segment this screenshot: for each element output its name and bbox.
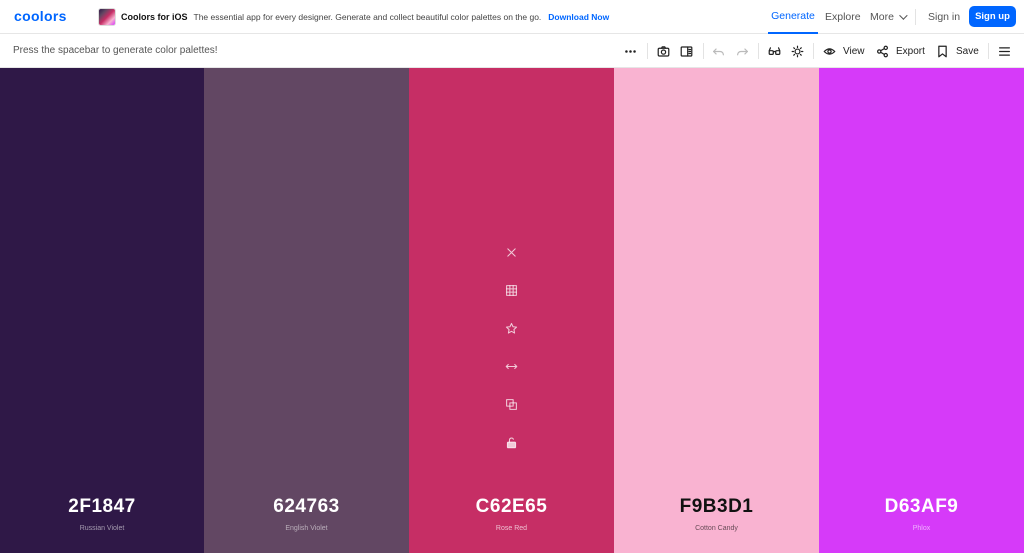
toolbar-divider: [758, 43, 759, 59]
color-blindness-button[interactable]: [768, 42, 781, 60]
swatch-color-name[interactable]: Cotton Candy: [614, 525, 819, 532]
favorite-color-button[interactable]: [504, 320, 520, 336]
swatch-hex-code[interactable]: 624763: [204, 496, 409, 518]
bookmark-icon: [938, 45, 947, 57]
adjust-palette-button[interactable]: [791, 42, 804, 60]
color-palette: 2F1847 Russian Violet 624763 English Vio…: [0, 68, 1024, 553]
redo-button[interactable]: [736, 42, 749, 60]
nav-explore[interactable]: Explore: [825, 0, 861, 34]
copy-icon: [506, 398, 517, 410]
share-icon: [877, 45, 888, 57]
swatch-hex-code[interactable]: F9B3D1: [614, 496, 819, 518]
swatch-hex-code[interactable]: C62E65: [409, 496, 614, 518]
color-swatch[interactable]: 2F1847 Russian Violet: [0, 68, 204, 553]
ellipsis-icon: [625, 49, 636, 53]
view-shades-button[interactable]: [504, 282, 520, 298]
side-panel-button[interactable]: [680, 42, 693, 60]
color-swatch[interactable]: C62E65 Rose Red: [409, 68, 614, 553]
close-icon: [507, 247, 516, 257]
menu-button[interactable]: [998, 42, 1011, 60]
swatch-hex-code[interactable]: D63AF9: [819, 496, 1024, 518]
copy-hex-button[interactable]: [504, 396, 520, 412]
view-button[interactable]: View: [823, 42, 865, 60]
more-options-button[interactable]: [624, 42, 637, 60]
swatch-tools: [409, 244, 614, 472]
undo-button[interactable]: [712, 42, 725, 60]
camera-icon: [657, 45, 670, 57]
lock-color-button[interactable]: [504, 434, 520, 450]
export-button[interactable]: Export: [876, 42, 925, 60]
swatch-color-name[interactable]: Russian Violet: [0, 525, 204, 532]
drag-arrows-icon: [505, 363, 518, 369]
undo-icon: [713, 47, 724, 55]
remove-color-button[interactable]: [504, 244, 520, 260]
drag-color-button[interactable]: [504, 358, 520, 374]
redo-icon: [737, 47, 748, 55]
toolbar-divider: [703, 43, 704, 59]
unlock-icon: [506, 437, 517, 448]
sign-up-button[interactable]: Sign up: [969, 6, 1016, 27]
screenshot-button[interactable]: [657, 42, 670, 60]
coolors-logo[interactable]: coolors: [14, 8, 67, 24]
download-now-link[interactable]: Download Now: [548, 12, 609, 22]
swatch-color-name[interactable]: Rose Red: [409, 525, 614, 532]
promo-title: Coolors for iOS: [121, 12, 188, 22]
swatch-color-name[interactable]: English Violet: [204, 525, 409, 532]
save-label: Save: [956, 45, 979, 57]
toolbar-divider: [813, 43, 814, 59]
nav-more[interactable]: More: [870, 0, 908, 34]
chevron-down-icon: [899, 11, 908, 20]
color-swatch[interactable]: 624763 English Violet: [204, 68, 409, 553]
ios-app-thumbnail-icon: [98, 8, 116, 26]
grid-icon: [506, 284, 517, 296]
top-header: coolors Coolors for iOS The essential ap…: [0, 0, 1024, 34]
panel-icon: [680, 45, 693, 57]
sun-icon: [791, 45, 804, 57]
toolbar-divider: [647, 43, 648, 59]
star-icon: [505, 322, 518, 334]
nav-divider: [915, 9, 916, 25]
spacebar-hint: Press the spacebar to generate color pal…: [13, 45, 218, 56]
eye-icon: [823, 47, 836, 55]
swatch-hex-code[interactable]: 2F1847: [0, 496, 204, 518]
view-label: View: [843, 45, 865, 57]
save-button[interactable]: Save: [936, 42, 979, 60]
color-swatch[interactable]: D63AF9 Phlox: [819, 68, 1024, 553]
palette-toolbar: Press the spacebar to generate color pal…: [0, 34, 1024, 68]
export-label: Export: [896, 45, 925, 57]
hamburger-menu-icon: [999, 46, 1010, 56]
swatch-color-name[interactable]: Phlox: [819, 525, 1024, 532]
toolbar-divider: [988, 43, 989, 59]
color-swatch[interactable]: F9B3D1 Cotton Candy: [614, 68, 819, 553]
ios-promo: Coolors for iOS The essential app for ev…: [98, 7, 609, 27]
nav-generate[interactable]: Generate: [768, 0, 818, 34]
glasses-icon: [768, 46, 781, 55]
promo-text: The essential app for every designer. Ge…: [193, 12, 542, 22]
nav-more-label: More: [870, 11, 894, 23]
sign-in-link[interactable]: Sign in: [928, 0, 960, 34]
